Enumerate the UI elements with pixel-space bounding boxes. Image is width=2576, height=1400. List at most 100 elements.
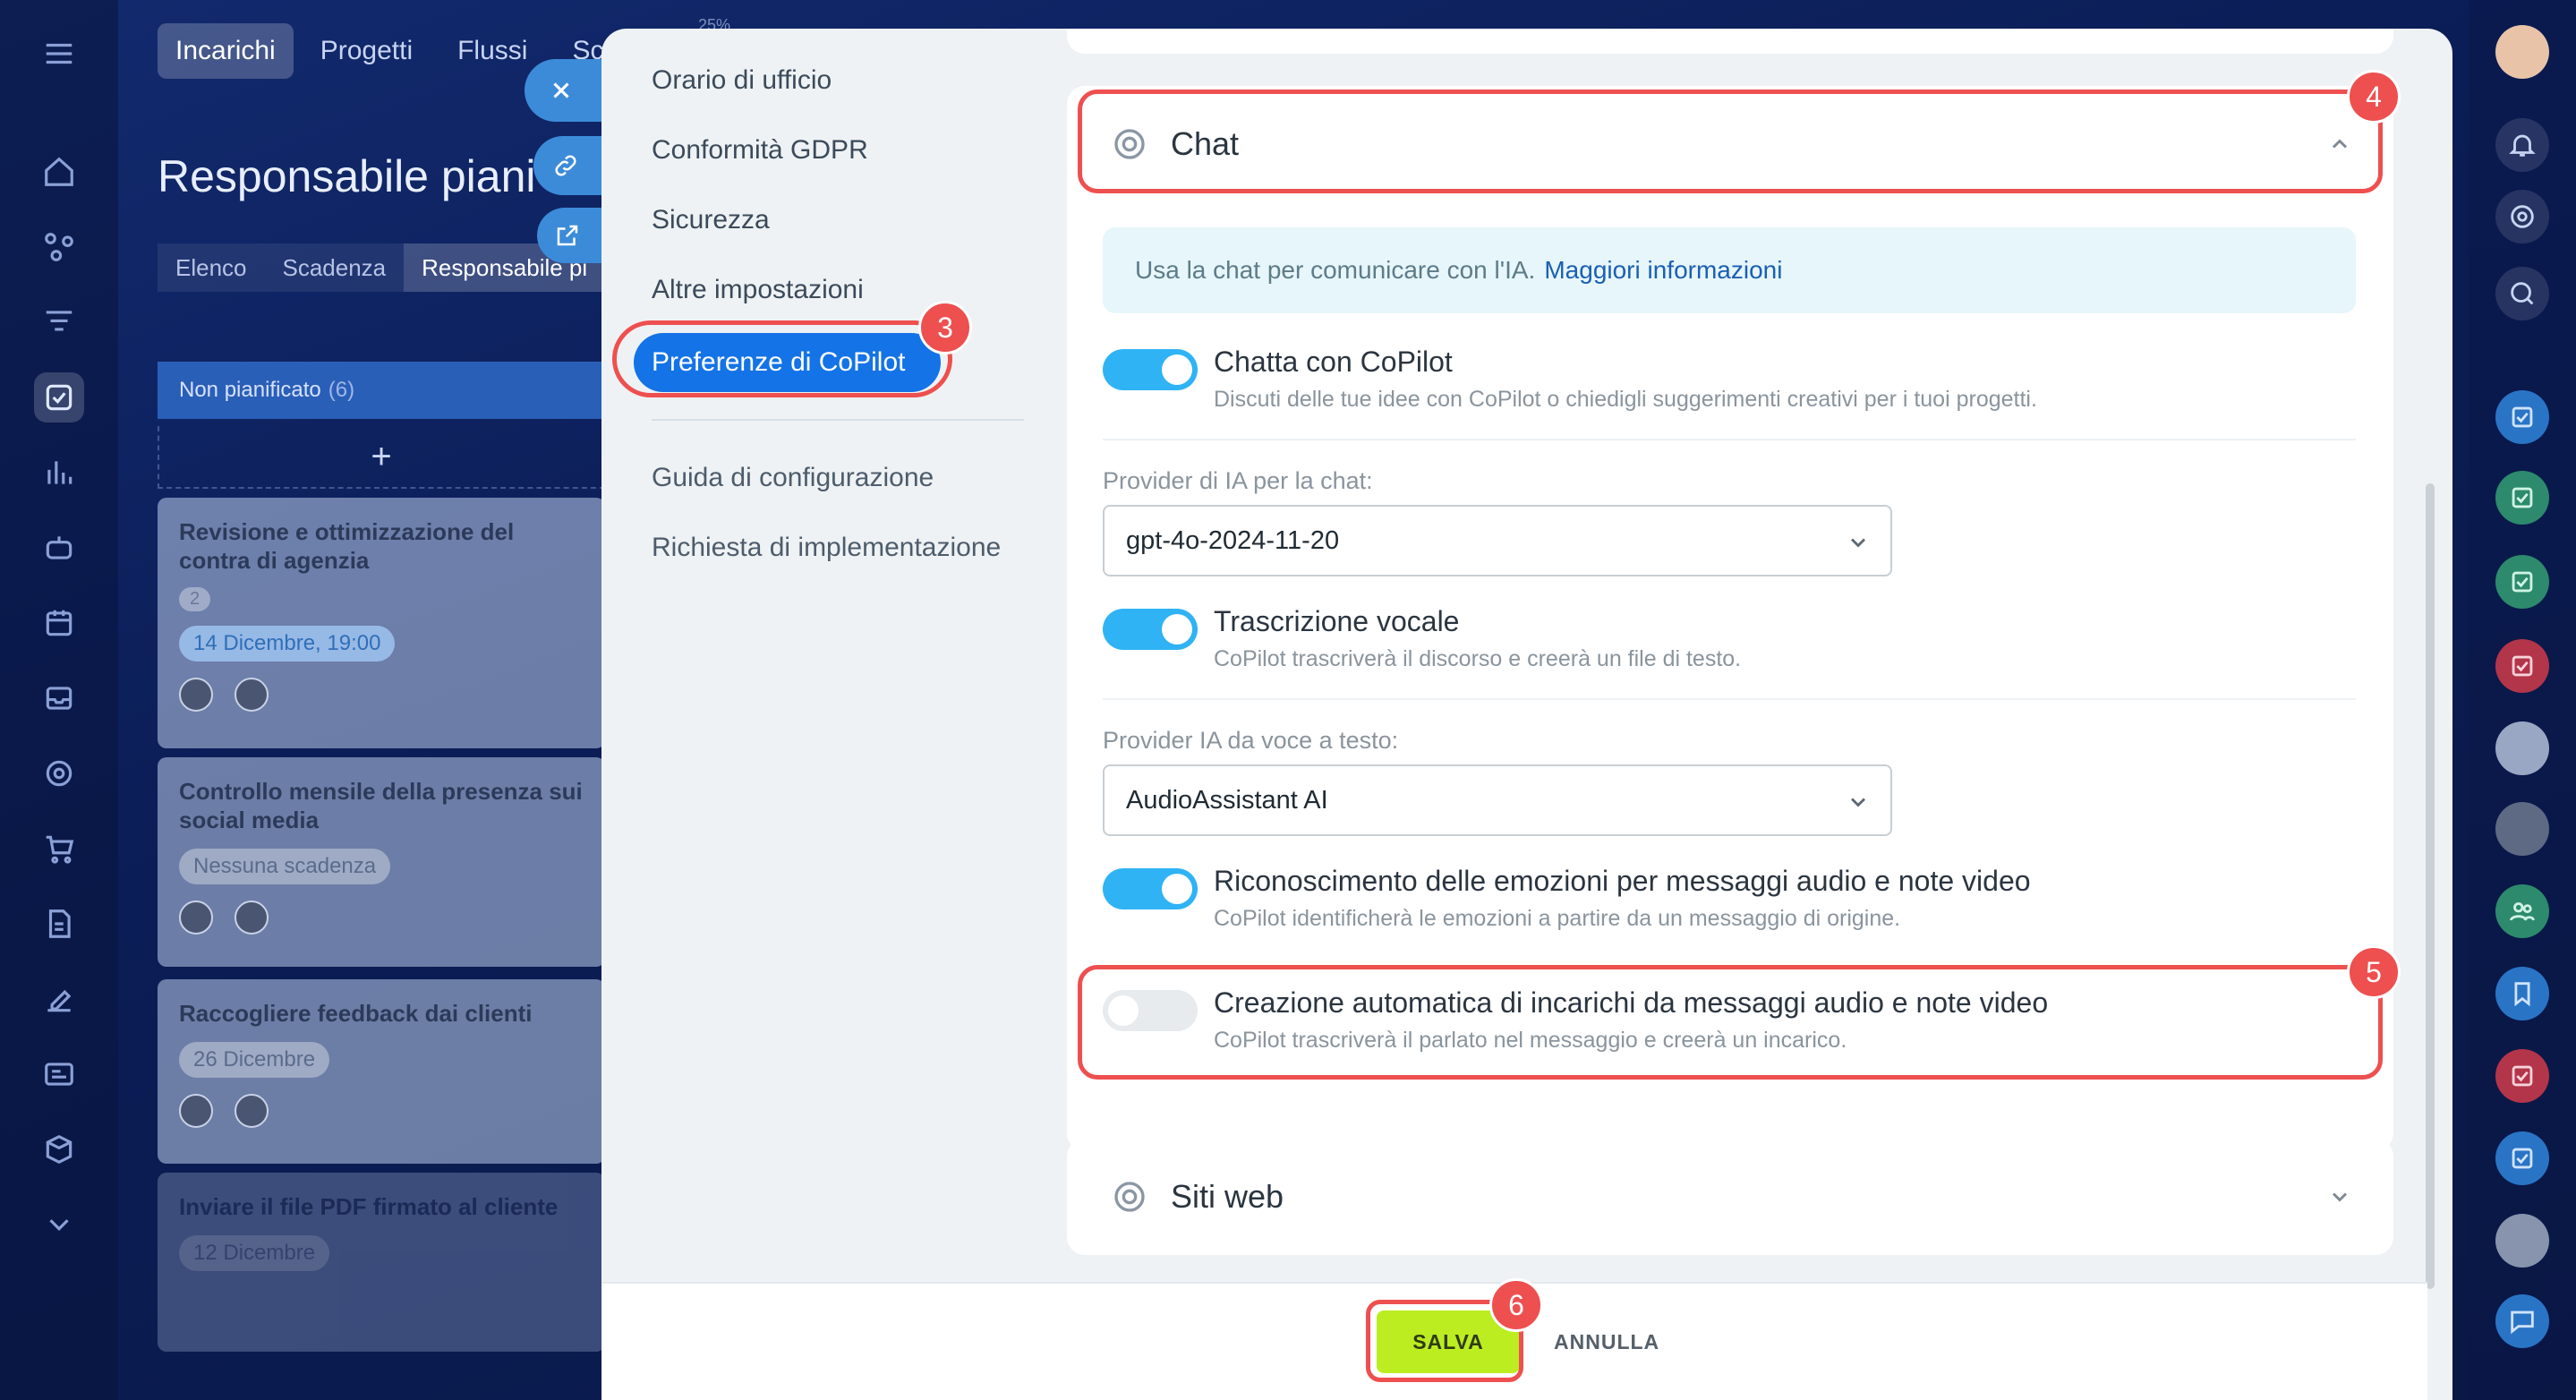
chat-section-title: Chat xyxy=(1171,125,1240,162)
kanban-column-header: Non pianificato (6) xyxy=(158,362,605,419)
nav-guida-configurazione[interactable]: Guida di configurazione xyxy=(652,458,934,498)
scrollbar[interactable] xyxy=(2426,483,2435,1289)
toggle-description: CoPilot trascriverà il discorso e creerà… xyxy=(1214,646,1742,671)
websites-section[interactable]: Siti web xyxy=(1067,1139,2393,1255)
deadline-chip[interactable]: Nessuna scadenza xyxy=(179,849,391,884)
voice-transcription-toggle[interactable] xyxy=(1103,609,1198,650)
avatar xyxy=(179,901,213,935)
avatar xyxy=(179,678,213,712)
task-chat-icon[interactable] xyxy=(2495,471,2549,525)
card-icon[interactable] xyxy=(34,1049,84,1099)
calendar-icon[interactable] xyxy=(34,598,84,648)
nav-conformita-gdpr[interactable]: Conformità GDPR xyxy=(652,131,868,170)
chat-section: Chat Usa la chat per comunicare con l'IA… xyxy=(1067,86,2393,1151)
task-chat-icon[interactable] xyxy=(2495,1131,2549,1185)
home-icon[interactable] xyxy=(34,147,84,197)
tab-progetti[interactable]: Progetti xyxy=(303,23,431,79)
crm-icon[interactable] xyxy=(34,222,84,272)
deadline-chip[interactable]: 26 Dicembre xyxy=(179,1042,330,1078)
nav-sicurezza[interactable]: Sicurezza xyxy=(652,201,770,240)
toggle-label: Riconoscimento delle emozioni per messag… xyxy=(1214,865,2031,897)
chat-copilot-toggle[interactable] xyxy=(1103,349,1198,390)
websites-section-header[interactable]: Siti web xyxy=(1067,1139,2393,1255)
checklist-badge: 2 xyxy=(179,587,211,611)
box-icon[interactable] xyxy=(34,1124,84,1174)
chat-provider-select[interactable]: gpt-4o-2024-11-20 xyxy=(1103,505,1892,576)
task-card[interactable]: Inviare il file PDF firmato al cliente 1… xyxy=(158,1173,605,1352)
chevron-down-icon[interactable] xyxy=(34,1199,84,1250)
chevron-down-icon[interactable] xyxy=(2327,1184,2352,1209)
task-title: Raccogliere feedback dai clienti xyxy=(179,1000,533,1027)
bell-icon[interactable] xyxy=(2495,118,2549,172)
copilot-icon[interactable] xyxy=(2495,190,2549,243)
search-chat-icon[interactable] xyxy=(2495,267,2549,320)
close-icon xyxy=(553,82,569,98)
tab-incarichi[interactable]: Incarichi xyxy=(158,23,294,79)
emotion-recognition-toggle[interactable] xyxy=(1103,868,1198,909)
copy-link-button[interactable] xyxy=(533,136,605,195)
column-title: Non pianificato xyxy=(179,378,321,402)
cancel-button[interactable]: ANNULLA xyxy=(1538,1310,1676,1373)
user-avatar[interactable] xyxy=(2495,1214,2549,1268)
chat-icon[interactable] xyxy=(2495,1294,2549,1348)
settings-content: Chat Usa la chat per comunicare con l'IA… xyxy=(1067,29,2452,1282)
user-avatar[interactable] xyxy=(2495,25,2549,79)
right-sidebar xyxy=(2469,0,2576,1400)
step-badge: 4 xyxy=(2347,70,2401,124)
view-tab-scadenza[interactable]: Scadenza xyxy=(264,243,405,292)
websites-section-title: Siti web xyxy=(1171,1178,1284,1215)
sign-icon[interactable] xyxy=(34,974,84,1024)
document-icon[interactable] xyxy=(34,899,84,949)
group-avatar[interactable] xyxy=(2495,721,2549,775)
menu-icon[interactable] xyxy=(34,29,84,79)
user-avatar[interactable] xyxy=(2495,802,2549,856)
toggle-description: CoPilot trascriverà il parlato nel messa… xyxy=(1214,1028,1847,1053)
tasks-icon[interactable] xyxy=(34,372,84,423)
info-text: Usa la chat per comunicare con l'IA. xyxy=(1135,256,1536,284)
add-task-button[interactable]: + xyxy=(158,426,605,489)
analytics-icon[interactable] xyxy=(34,448,84,498)
settings-panel: Orario di ufficio Conformità GDPR Sicure… xyxy=(601,29,2452,1400)
open-new-window-button[interactable] xyxy=(537,208,605,263)
bookmark-icon[interactable] xyxy=(2495,967,2549,1020)
nav-richiesta-implementazione[interactable]: Richiesta di implementazione xyxy=(652,528,1001,568)
chevron-up-icon[interactable] xyxy=(2327,132,2352,157)
task-chat-icon[interactable] xyxy=(2495,1049,2549,1103)
robot-icon[interactable] xyxy=(34,523,84,573)
info-box: Usa la chat per comunicare con l'IA. Mag… xyxy=(1103,227,2356,313)
close-button[interactable] xyxy=(525,59,605,122)
task-card[interactable]: Controllo mensile della presenza sui soc… xyxy=(158,757,605,967)
tab-flussi[interactable]: Flussi xyxy=(439,23,545,79)
more-info-link[interactable]: Maggiori informazioni xyxy=(1544,256,1782,285)
inbox-icon[interactable] xyxy=(34,673,84,723)
nav-orario-ufficio[interactable]: Orario di ufficio xyxy=(652,61,832,100)
task-card[interactable]: Revisione e ottimizzazione del contra di… xyxy=(158,498,605,748)
toggle-label: Chatta con CoPilot xyxy=(1214,346,1453,378)
deadline-chip[interactable]: 12 Dicembre xyxy=(179,1235,330,1271)
task-title: Revisione e ottimizzazione del contra di… xyxy=(179,518,515,574)
task-chat-icon[interactable] xyxy=(2495,390,2549,444)
auto-task-creation-toggle[interactable] xyxy=(1103,990,1198,1031)
toggle-description: CoPilot identificherà le emozioni a part… xyxy=(1214,906,1901,931)
task-chat-icon[interactable] xyxy=(2495,555,2549,609)
divider xyxy=(1103,439,2356,440)
settings-nav: Orario di ufficio Conformità GDPR Sicure… xyxy=(601,29,1067,1400)
task-card[interactable]: Raccogliere feedback dai clienti 26 Dice… xyxy=(158,979,605,1164)
voice-provider-select[interactable]: AudioAssistant AI xyxy=(1103,764,1892,836)
previous-section xyxy=(1067,29,2393,54)
view-tab-elenco[interactable]: Elenco xyxy=(158,243,265,292)
avatar xyxy=(235,1094,269,1128)
group-icon[interactable] xyxy=(2495,884,2549,938)
left-sidebar xyxy=(0,0,118,1400)
chat-section-header[interactable]: Chat xyxy=(1067,86,2393,202)
task-chat-icon[interactable] xyxy=(2495,639,2549,693)
cart-icon[interactable] xyxy=(34,824,84,874)
deadline-chip[interactable]: 14 Dicembre, 19:00 xyxy=(179,626,396,662)
filter-icon[interactable] xyxy=(34,297,84,347)
divider xyxy=(1103,698,2356,700)
nav-altre-impostazioni[interactable]: Altre impostazioni xyxy=(652,270,864,310)
avatar xyxy=(235,678,269,712)
nav-preferenze-copilot[interactable]: Preferenze di CoPilot xyxy=(634,333,942,392)
task-title: Controllo mensile della presenza sui soc… xyxy=(179,778,583,833)
target-icon[interactable] xyxy=(34,748,84,798)
